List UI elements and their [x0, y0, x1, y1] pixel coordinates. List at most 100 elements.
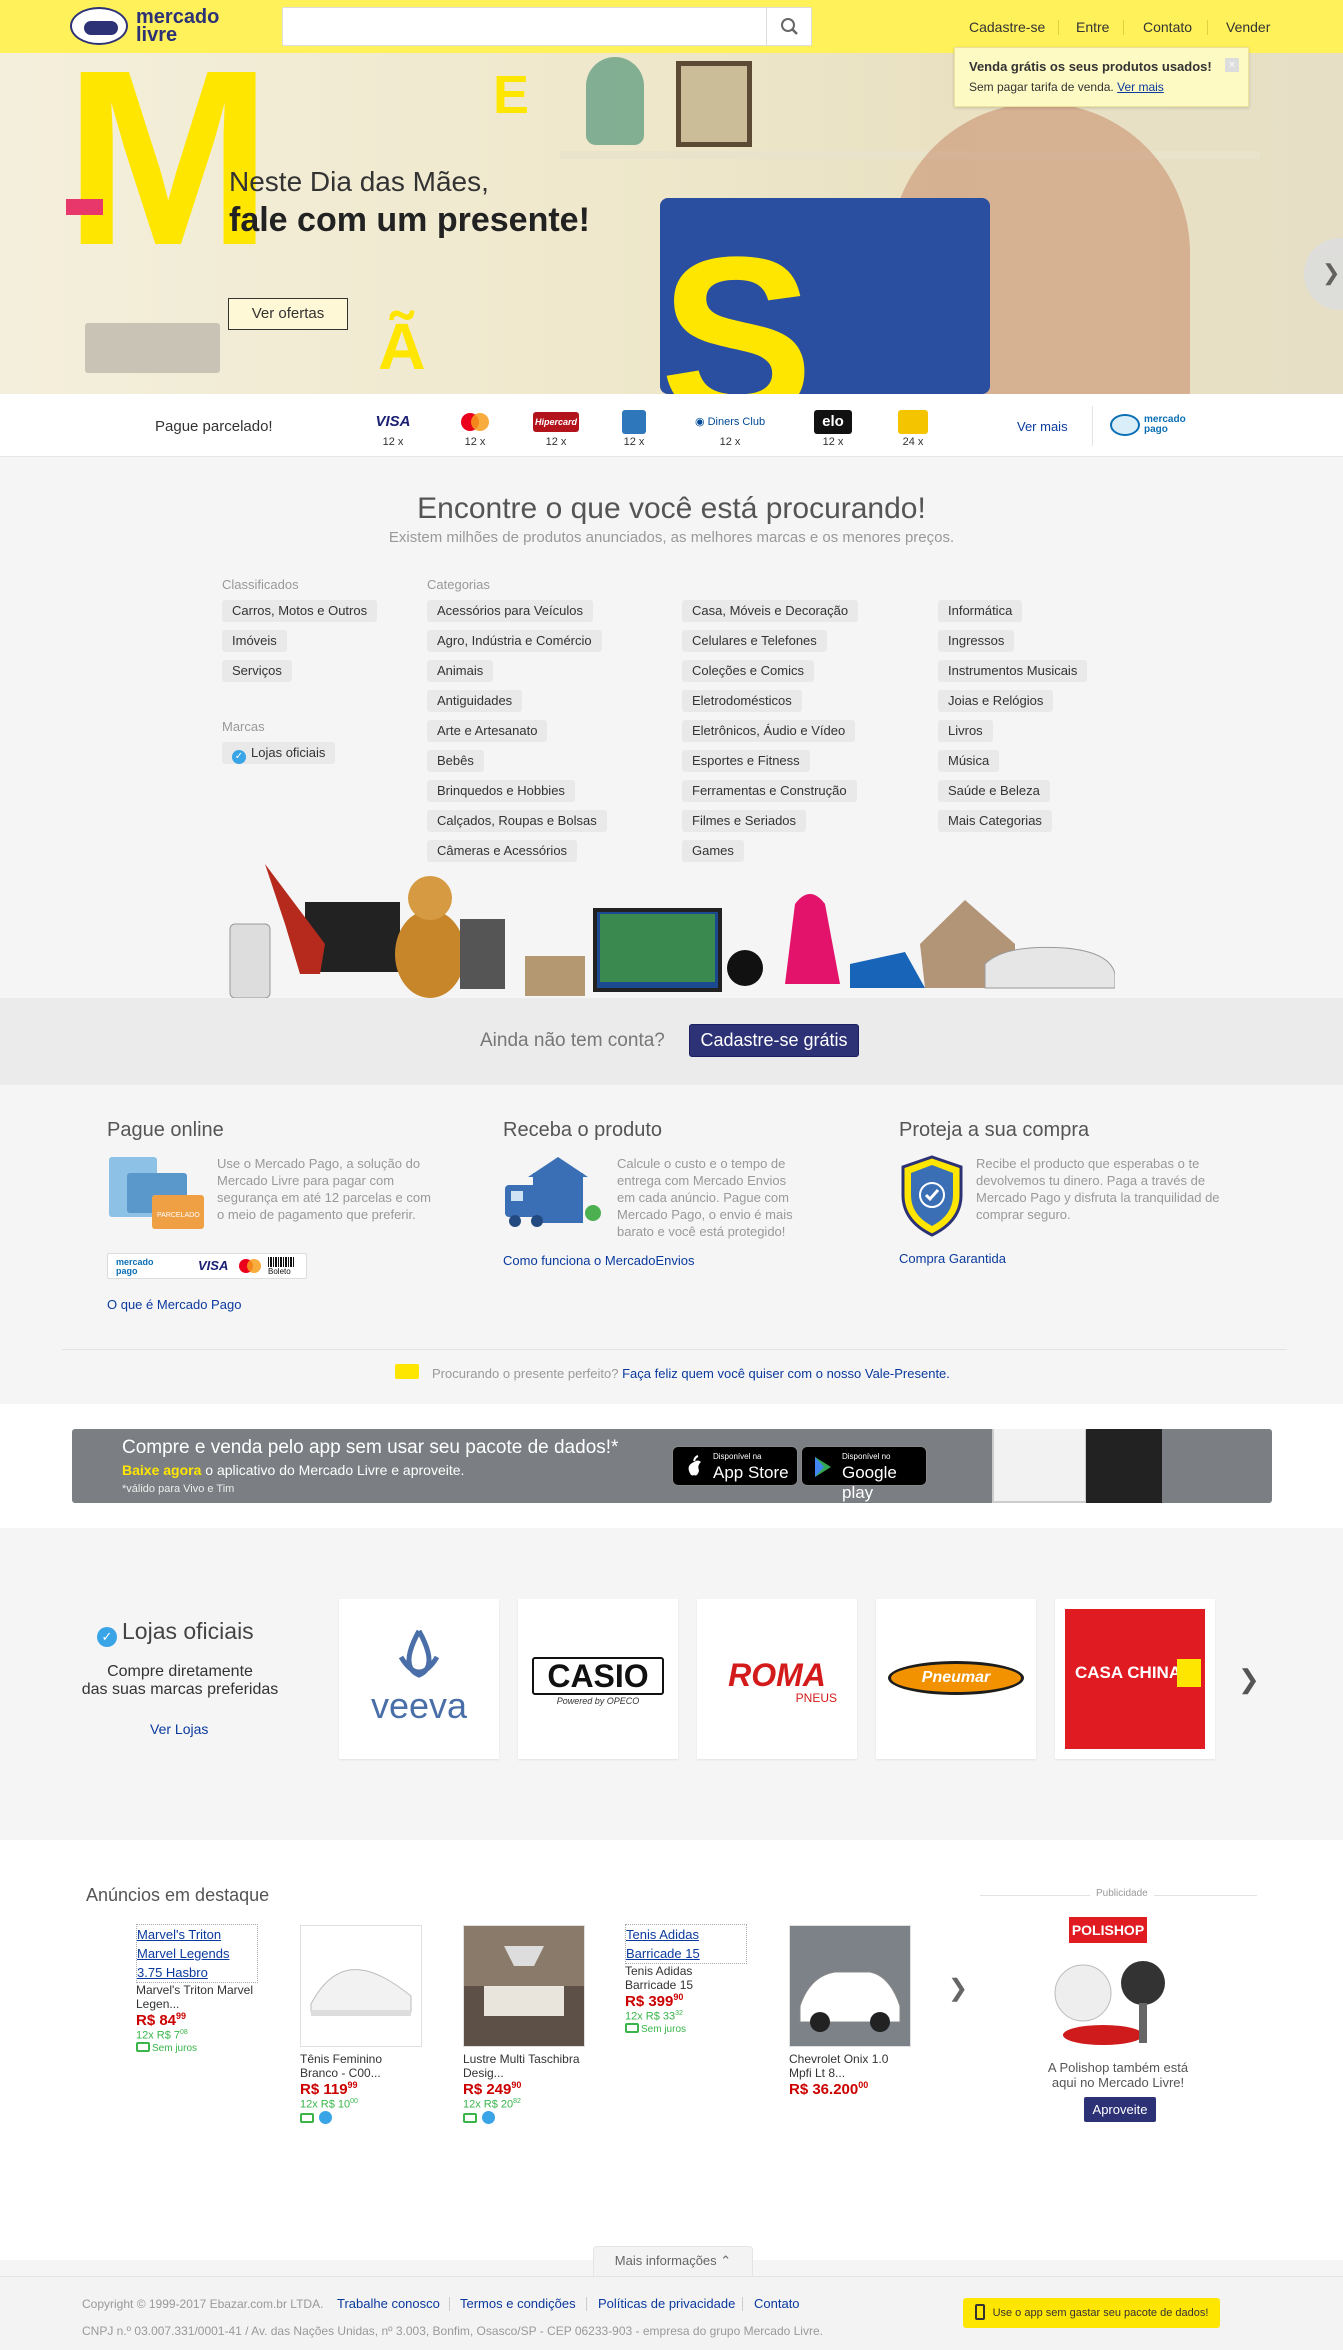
mercado-pago-link[interactable]: O que é Mercado Pago: [107, 1297, 241, 1312]
google-play-button[interactable]: Disponível no Google play: [801, 1446, 927, 1502]
category-chip[interactable]: Celulares e Telefones: [682, 630, 827, 652]
compra-garantida-link[interactable]: Compra Garantida: [899, 1251, 1006, 1266]
search-button[interactable]: [766, 8, 811, 45]
category-chip[interactable]: Arte e Artesanato: [427, 720, 548, 742]
featured-item[interactable]: Lustre Multi Taschibra Desig... R$ 24990…: [463, 1925, 585, 2125]
more-info-tab[interactable]: Mais informações ⌃: [593, 2246, 753, 2276]
item-image[interactable]: [789, 1925, 911, 2047]
app-banner[interactable]: Compre e venda pelo app sem usar seu pac…: [72, 1429, 1272, 1503]
ad-button[interactable]: Aproveite: [1084, 2097, 1156, 2122]
hero-cta-button[interactable]: Ver ofertas: [228, 298, 348, 330]
category-chip[interactable]: Ferramentas e Construção: [682, 780, 857, 802]
diners-club-icon: ◉ Diners Club: [694, 416, 766, 428]
chevron-up-icon: ⌃: [720, 2253, 732, 2268]
tooltip-link[interactable]: Ver mais: [1117, 80, 1164, 94]
footer-link-termos[interactable]: Termos e condições: [460, 2296, 576, 2311]
chip-lojas-oficiais[interactable]: ✓ Lojas oficiais: [222, 742, 336, 764]
footer-link-privacidade[interactable]: Políticas de privacidade: [598, 2296, 735, 2311]
footer-link-contato[interactable]: Contato: [754, 2296, 800, 2311]
installments: 12 x: [545, 436, 567, 448]
nav-cadastre-se[interactable]: Cadastre-se: [969, 19, 1045, 35]
divider: [449, 2297, 450, 2311]
featured-item[interactable]: Tênis Feminino Branco - C00... R$ 11999 …: [300, 1925, 422, 2125]
gift-text: Procurando o presente perfeito? Faça fel…: [432, 1366, 950, 1381]
category-chip[interactable]: Acessórios para Veículos: [427, 600, 593, 622]
category-chip[interactable]: Coleções e Comics: [682, 660, 814, 682]
mercado-envios-link[interactable]: Como funciona o MercadoEnvios: [503, 1253, 695, 1268]
footer-link-trabalhe[interactable]: Trabalhe conosco: [337, 2296, 440, 2311]
item-desc: Marvel's Triton Marvel Legen...: [136, 1983, 253, 2011]
chip-carros[interactable]: Carros, Motos e Outros: [222, 600, 378, 622]
nav-contato[interactable]: Contato: [1143, 19, 1192, 35]
pneumar-logo: Pneumar: [888, 1661, 1024, 1695]
marcas-heading: Marcas: [222, 719, 265, 734]
category-chip[interactable]: Música: [938, 750, 1000, 772]
signup-button[interactable]: Cadastre-se grátis: [689, 1024, 859, 1057]
hero-letter-s: S: [660, 209, 814, 395]
payment-see-more-link[interactable]: Ver mais: [1017, 419, 1068, 434]
category-chip[interactable]: Filmes e Seriados: [682, 810, 807, 832]
item-image[interactable]: [300, 1925, 422, 2047]
category-chip[interactable]: Livros: [938, 720, 993, 742]
search-input[interactable]: [283, 8, 753, 43]
category-chip[interactable]: Joias e Relógios: [938, 690, 1054, 712]
category-chip[interactable]: Saúde e Beleza: [938, 780, 1050, 802]
category-chip[interactable]: Calçados, Roupas e Bolsas: [427, 810, 607, 832]
item-link[interactable]: Marvel's Triton Marvel Legends 3.75 Hasb…: [136, 1924, 258, 1983]
elo-card: elo 12 x: [808, 410, 858, 448]
store-card-roma[interactable]: ROMA PNEUS: [697, 1599, 857, 1759]
store-card-veeva[interactable]: veeva: [339, 1599, 499, 1759]
category-chip[interactable]: Bebês: [427, 750, 484, 772]
category-chip[interactable]: Brinquedos e Hobbies: [427, 780, 575, 802]
category-chip[interactable]: Antiguidades: [427, 690, 523, 712]
close-icon[interactable]: ×: [1225, 58, 1239, 72]
category-chip[interactable]: Esportes e Fitness: [682, 750, 810, 772]
featured-item[interactable]: Chevrolet Onix 1.0 Mpfi Lt 8... R$ 36.20…: [789, 1925, 911, 2098]
mercado-pago-logo: mercado pago: [116, 1257, 154, 1276]
category-chip[interactable]: Games: [682, 840, 744, 862]
featured-item[interactable]: Marvel's Triton Marvel Legends 3.75 Hasb…: [136, 1924, 258, 2054]
item-installments: 12x R$ 1000: [300, 2098, 358, 2111]
mercado-livre-logo[interactable]: mercado livre: [70, 6, 219, 46]
category-chip[interactable]: Ingressos: [938, 630, 1015, 652]
category-chip[interactable]: Mais Categorias: [938, 810, 1052, 832]
polishop-ad-image[interactable]: POLISHOP: [1043, 1917, 1173, 2047]
category-chip[interactable]: Informática: [938, 600, 1023, 622]
category-chip[interactable]: Agro, Indústria e Comércio: [427, 630, 602, 652]
store-card-casio[interactable]: CASIO Powered by OPECO: [518, 1599, 678, 1759]
chip-servicos[interactable]: Serviços: [222, 660, 292, 682]
app-store-button[interactable]: Disponível na App Store: [672, 1446, 798, 1486]
nav-vender[interactable]: Vender: [1226, 19, 1270, 35]
store-card-casa-china[interactable]: CASA CHINA: [1055, 1599, 1215, 1759]
stores-next-arrow[interactable]: ❯: [1238, 1664, 1260, 1695]
nav-entre[interactable]: Entre: [1076, 19, 1109, 35]
store-card-pneumar[interactable]: Pneumar: [876, 1599, 1036, 1759]
featured-item[interactable]: Tenis Adidas Barricade 15 Tenis Adidas B…: [625, 1924, 747, 2035]
chip-imoveis[interactable]: Imóveis: [222, 630, 287, 652]
category-chip[interactable]: Câmeras e Acessórios: [427, 840, 578, 862]
featured-next-arrow[interactable]: ❯: [948, 1974, 968, 2003]
item-link[interactable]: Tenis Adidas Barricade 15: [625, 1924, 747, 1964]
carousel-next-button[interactable]: ❯: [1304, 238, 1343, 310]
footer-app-button[interactable]: Use o app sem gastar seu pacote de dados…: [963, 2298, 1220, 2328]
category-chip[interactable]: Eletrônicos, Áudio e Vídeo: [682, 720, 856, 742]
mercado-pago-logo: mercado pago: [1110, 414, 1196, 436]
visa-card: VISA 12 x: [368, 410, 418, 448]
item-image[interactable]: [463, 1925, 585, 2047]
roma-logo: ROMA: [728, 1657, 826, 1693]
category-chip[interactable]: Casa, Móveis e Decoração: [682, 600, 859, 622]
hero-headline-2: fale com um presente!: [229, 201, 590, 239]
category-chip[interactable]: Eletrodomésticos: [682, 690, 802, 712]
category-chip[interactable]: Instrumentos Musicais: [938, 660, 1088, 682]
visa-icon: VISA: [375, 413, 411, 430]
hero-headline-1: Neste Dia das Mães,: [229, 166, 489, 197]
credicard-card: Credicard 24 x: [888, 410, 938, 448]
signup-bar: Ainda não tem conta? Cadastre-se grátis: [0, 998, 1343, 1085]
benefit-text: Use o Mercado Pago, a solução do Mercado…: [217, 1156, 431, 1222]
see-stores-link[interactable]: Ver Lojas: [150, 1721, 208, 1737]
category-chip[interactable]: Animais: [427, 660, 494, 682]
card-icon: [136, 2041, 150, 2052]
vale-presente-link[interactable]: Faça feliz quem você quiser com o nosso …: [622, 1366, 950, 1381]
item-desc: Chevrolet Onix 1.0 Mpfi Lt 8...: [789, 2052, 889, 2080]
logo-text-bottom: livre: [136, 24, 178, 46]
